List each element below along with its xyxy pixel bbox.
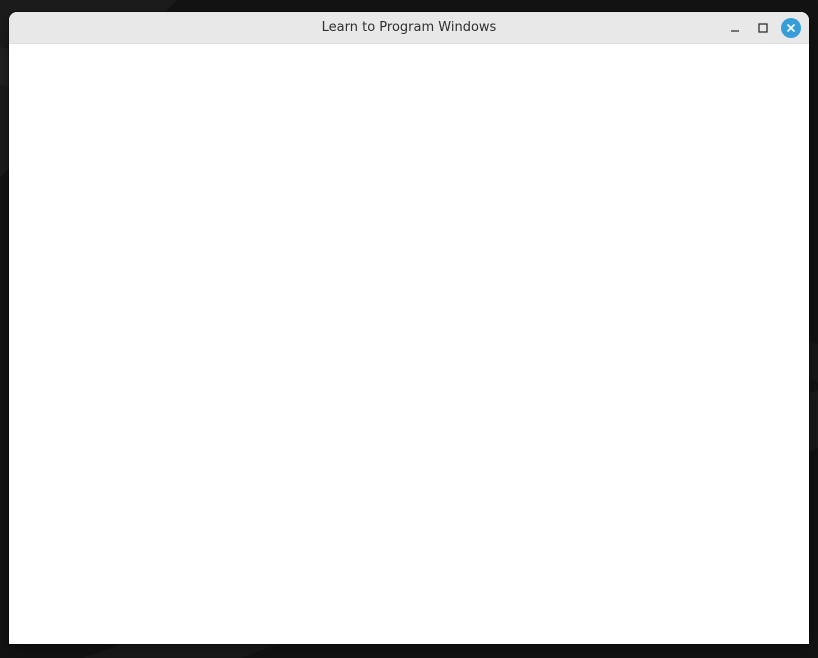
close-button[interactable] <box>781 18 801 38</box>
title-bar[interactable]: Learn to Program Windows <box>9 12 809 44</box>
window-controls <box>725 12 801 44</box>
app-window: Learn to Program Windows <box>9 12 809 644</box>
client-area[interactable] <box>9 44 809 644</box>
maximize-button[interactable] <box>753 18 773 38</box>
close-icon <box>787 24 795 32</box>
window-title: Learn to Program Windows <box>321 20 497 35</box>
maximize-icon <box>758 23 768 33</box>
minimize-button[interactable] <box>725 18 745 38</box>
minimize-icon <box>731 30 739 32</box>
